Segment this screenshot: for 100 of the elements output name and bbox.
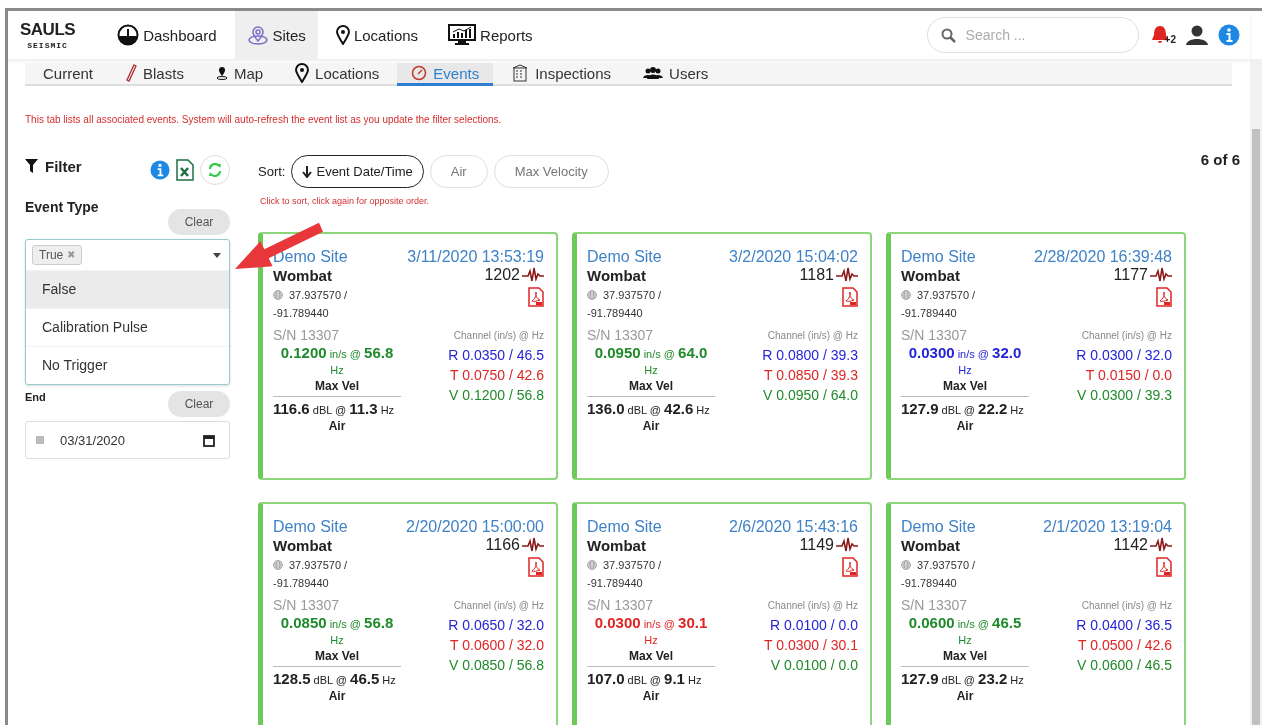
max-velocity-label: Max Vel [315, 378, 359, 393]
users-icon [643, 67, 664, 79]
field-label: Event Type [25, 199, 99, 215]
site-link[interactable]: Demo Site [587, 518, 662, 536]
nav-item[interactable]: Reports [436, 11, 545, 59]
gauge-icon [117, 24, 140, 46]
globe-icon [901, 560, 911, 570]
field-label: End [25, 391, 46, 403]
channel-reading: T 0.0750 / 42.6 [450, 366, 544, 385]
selected-tag[interactable]: True ✖ [32, 245, 83, 265]
max-velocity-label: Max Vel [629, 378, 673, 393]
pdf-icon[interactable] [842, 557, 858, 577]
channel-header: Channel (in/s) @ Hz [453, 600, 544, 611]
latitude: 37.937570 / [289, 289, 348, 301]
air-reading: 128.5 dBL @ 46.5 Hz [273, 669, 396, 687]
event-datetime: 2/6/2020 15:43:16 [729, 518, 858, 536]
event-number: 1149 [799, 536, 834, 554]
unit-name: Wombat [273, 266, 332, 284]
refresh-icon [208, 163, 222, 177]
event-datetime: 2/1/2020 13:19:04 [1043, 518, 1172, 536]
longitude: -91.789440 [587, 307, 644, 319]
scrollbar[interactable] [1250, 59, 1262, 725]
max-velocity: 0.0850 in/s @ 56.8 Hz [279, 613, 395, 647]
filter-heading: Filter [25, 157, 82, 175]
tab[interactable]: Inspections [497, 63, 626, 86]
longitude: -91.789440 [273, 307, 330, 319]
info-icon[interactable] [150, 160, 170, 180]
funnel-icon [25, 159, 38, 173]
user-icon[interactable] [1186, 25, 1208, 45]
globe-icon [273, 290, 283, 300]
dropdown[interactable]: True ✖ False Calibration Pulse No Trigger [25, 239, 230, 385]
longitude: -91.789440 [901, 577, 958, 589]
logo[interactable]: SAULS SEISMIC [20, 20, 76, 50]
air-label: Air [328, 418, 346, 433]
channel-reading: R 0.0400 / 36.5 [1076, 616, 1172, 635]
max-velocity: 0.0600 in/s @ 46.5 Hz [907, 613, 1023, 647]
pdf-icon[interactable] [1156, 287, 1172, 307]
event-datetime: 2/20/2020 15:00:00 [406, 518, 544, 536]
latitude: 37.937570 / [917, 559, 976, 571]
info-icon[interactable] [1218, 24, 1240, 46]
channel-reading: V 0.0300 / 39.3 [1077, 386, 1172, 405]
tab[interactable]: Blasts [111, 63, 198, 86]
pdf-icon[interactable] [842, 287, 858, 307]
tab[interactable]: Users [629, 63, 723, 86]
site-link[interactable]: Demo Site [587, 248, 662, 266]
channel-reading: V 0.0850 / 56.8 [449, 656, 544, 675]
waveform-icon[interactable] [522, 267, 544, 283]
pdf-icon[interactable] [1156, 557, 1172, 577]
waveform-icon[interactable] [836, 267, 858, 283]
serial-number: S/N 13307 [901, 597, 968, 613]
max-velocity-label: Max Vel [943, 378, 987, 393]
site-link[interactable]: Demo Site [901, 248, 976, 266]
clear-button[interactable]: Clear [168, 209, 230, 235]
globe-icon [901, 290, 911, 300]
channel-reading: V 0.0950 / 64.0 [763, 386, 858, 405]
unit-name: Wombat [901, 266, 960, 284]
site-link[interactable]: Demo Site [901, 518, 976, 536]
event-number: 1181 [799, 266, 834, 284]
serial-number: S/N 13307 [587, 327, 654, 343]
channel-reading: R 0.0650 / 32.0 [448, 616, 544, 635]
max-velocity: 0.0300 in/s @ 32.0 Hz [907, 343, 1023, 377]
sort-button[interactable]: Max Velocity [493, 155, 609, 188]
waveform-icon[interactable] [522, 537, 544, 553]
pdf-icon[interactable] [528, 557, 544, 577]
dropdown-option[interactable]: False [26, 270, 229, 308]
notice-text: This tab lists all associated events. System will auto-refresh the event list as you update the filter selections. [25, 114, 502, 125]
event-number: 1166 [485, 536, 520, 554]
unit-name: Wombat [587, 266, 646, 284]
sort-hint: Click to sort, click again for opposite order. [260, 196, 431, 208]
air-reading: 116.6 dBL @ 11.3 Hz [273, 399, 395, 417]
date-field[interactable]: 03/31/2020 [25, 421, 230, 459]
spreadsheet-icon[interactable] [176, 159, 194, 181]
nav-item[interactable]: Locations [323, 11, 431, 59]
result-count: 6 of 6 [1200, 151, 1240, 168]
clear-button[interactable]: Clear [168, 391, 230, 417]
site-link[interactable]: Demo Site [273, 518, 348, 536]
sort-button[interactable]: Event Date/Time [291, 155, 424, 188]
globe-icon [273, 560, 283, 570]
sort-button[interactable]: Air [429, 155, 488, 188]
tab[interactable]: Locations [281, 63, 394, 86]
down-arrow-icon [302, 165, 313, 178]
waveform-icon[interactable] [1150, 267, 1172, 283]
search-field[interactable]: Search ... [926, 17, 1139, 53]
latitude: 37.937570 / [603, 289, 662, 301]
channel-reading: V 0.0100 / 0.0 [770, 656, 858, 675]
waveform-icon[interactable] [1150, 537, 1172, 553]
dropdown-option[interactable]: No Trigger [26, 346, 229, 384]
dynamite-stick-icon [125, 63, 138, 83]
waveform-icon[interactable] [836, 537, 858, 553]
tab[interactable]: Current [29, 63, 108, 86]
sort-label: Sort: [258, 164, 286, 179]
max-velocity-label: Max Vel [315, 648, 359, 663]
caret-icon [213, 252, 221, 258]
nav-item[interactable]: Dashboard [105, 11, 229, 59]
location-pin-icon [246, 24, 269, 46]
pdf-icon[interactable] [528, 287, 544, 307]
dropdown-option[interactable]: Calibration Pulse [26, 308, 229, 346]
air-reading: 136.0 dBL @ 42.6 Hz [587, 399, 710, 417]
nav-item[interactable]: Sites [234, 11, 318, 59]
tab[interactable]: Map [201, 63, 278, 86]
